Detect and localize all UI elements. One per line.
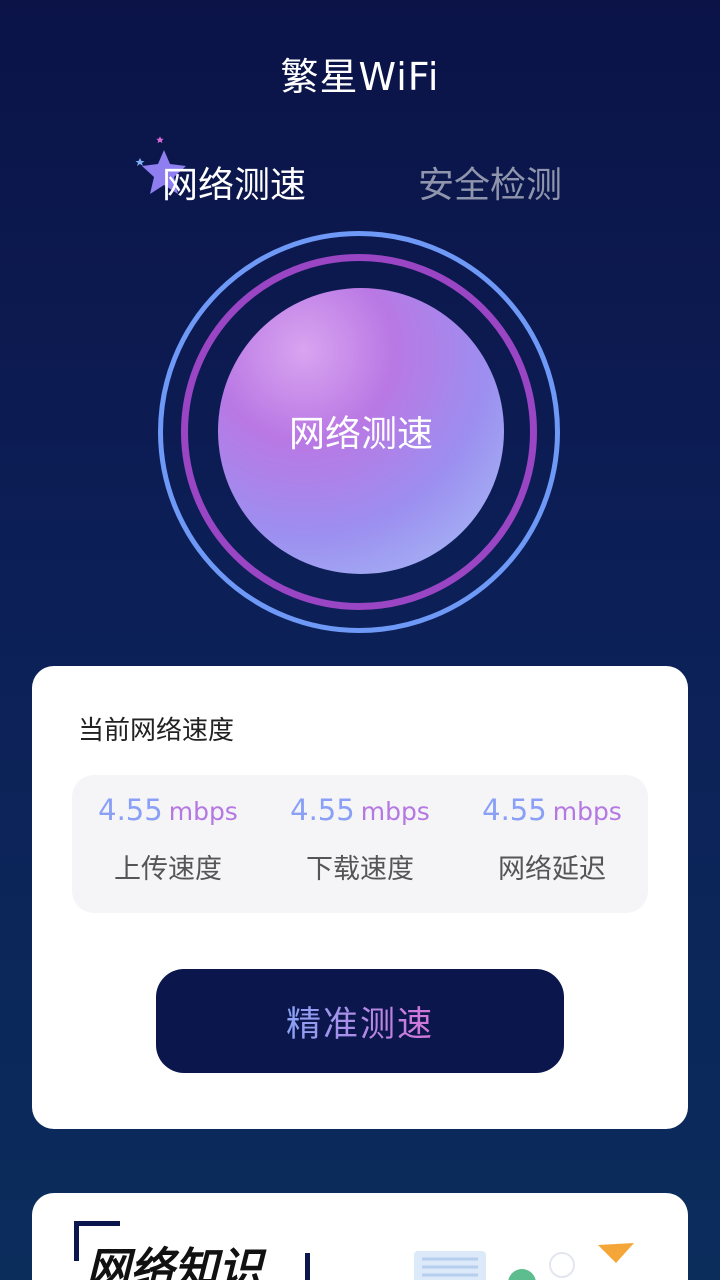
download-label: 下载速度 [306, 854, 414, 885]
precise-speed-test-label: 精准测速 [286, 996, 434, 1047]
tab-speed-test[interactable]: 网络测速 [162, 156, 306, 208]
upload-stat: 4.55 mbps 上传速度 [72, 793, 264, 886]
speed-card-title: 当前网络速度 [78, 716, 235, 746]
precise-speed-test-button[interactable]: 精准测速 [156, 969, 564, 1073]
latency-stat: 4.55 mbps 网络延迟 [456, 793, 648, 886]
speed-test-orb-button[interactable]: 网络测速 [218, 288, 504, 574]
tab-security-check[interactable]: 安全检测 [418, 156, 562, 208]
upload-unit: mbps [168, 797, 238, 826]
orb-label: 网络测速 [288, 414, 433, 455]
latency-label: 网络延迟 [498, 854, 606, 885]
upload-label: 上传速度 [114, 854, 222, 885]
latency-value: 4.55 [482, 793, 547, 827]
knowledge-card[interactable]: 网络知识 [32, 1193, 688, 1280]
download-unit: mbps [360, 797, 430, 826]
stats-panel: 4.55 mbps 上传速度 4.55 mbps 下载速度 4.55 mbps 网络延… [72, 775, 648, 913]
app-title: 繁星WiFi [280, 55, 440, 99]
download-value: 4.55 [290, 793, 355, 827]
knowledge-title: 网络知识 [86, 1244, 262, 1280]
latency-unit: mbps [552, 797, 622, 826]
speed-card: 当前网络速度 4.55 mbps 上传速度 4.55 mbps 下载速度 4.55 m… [32, 666, 688, 1129]
speed-gauge[interactable]: 网络测速 [158, 231, 560, 633]
tab-bar: 网络测速 安全检测 [0, 136, 720, 220]
upload-value: 4.55 [98, 793, 163, 827]
bracket-decoration-right [302, 1253, 310, 1280]
knowledge-illustration-icon [414, 1243, 634, 1280]
download-stat: 4.55 mbps 下载速度 [264, 793, 456, 886]
